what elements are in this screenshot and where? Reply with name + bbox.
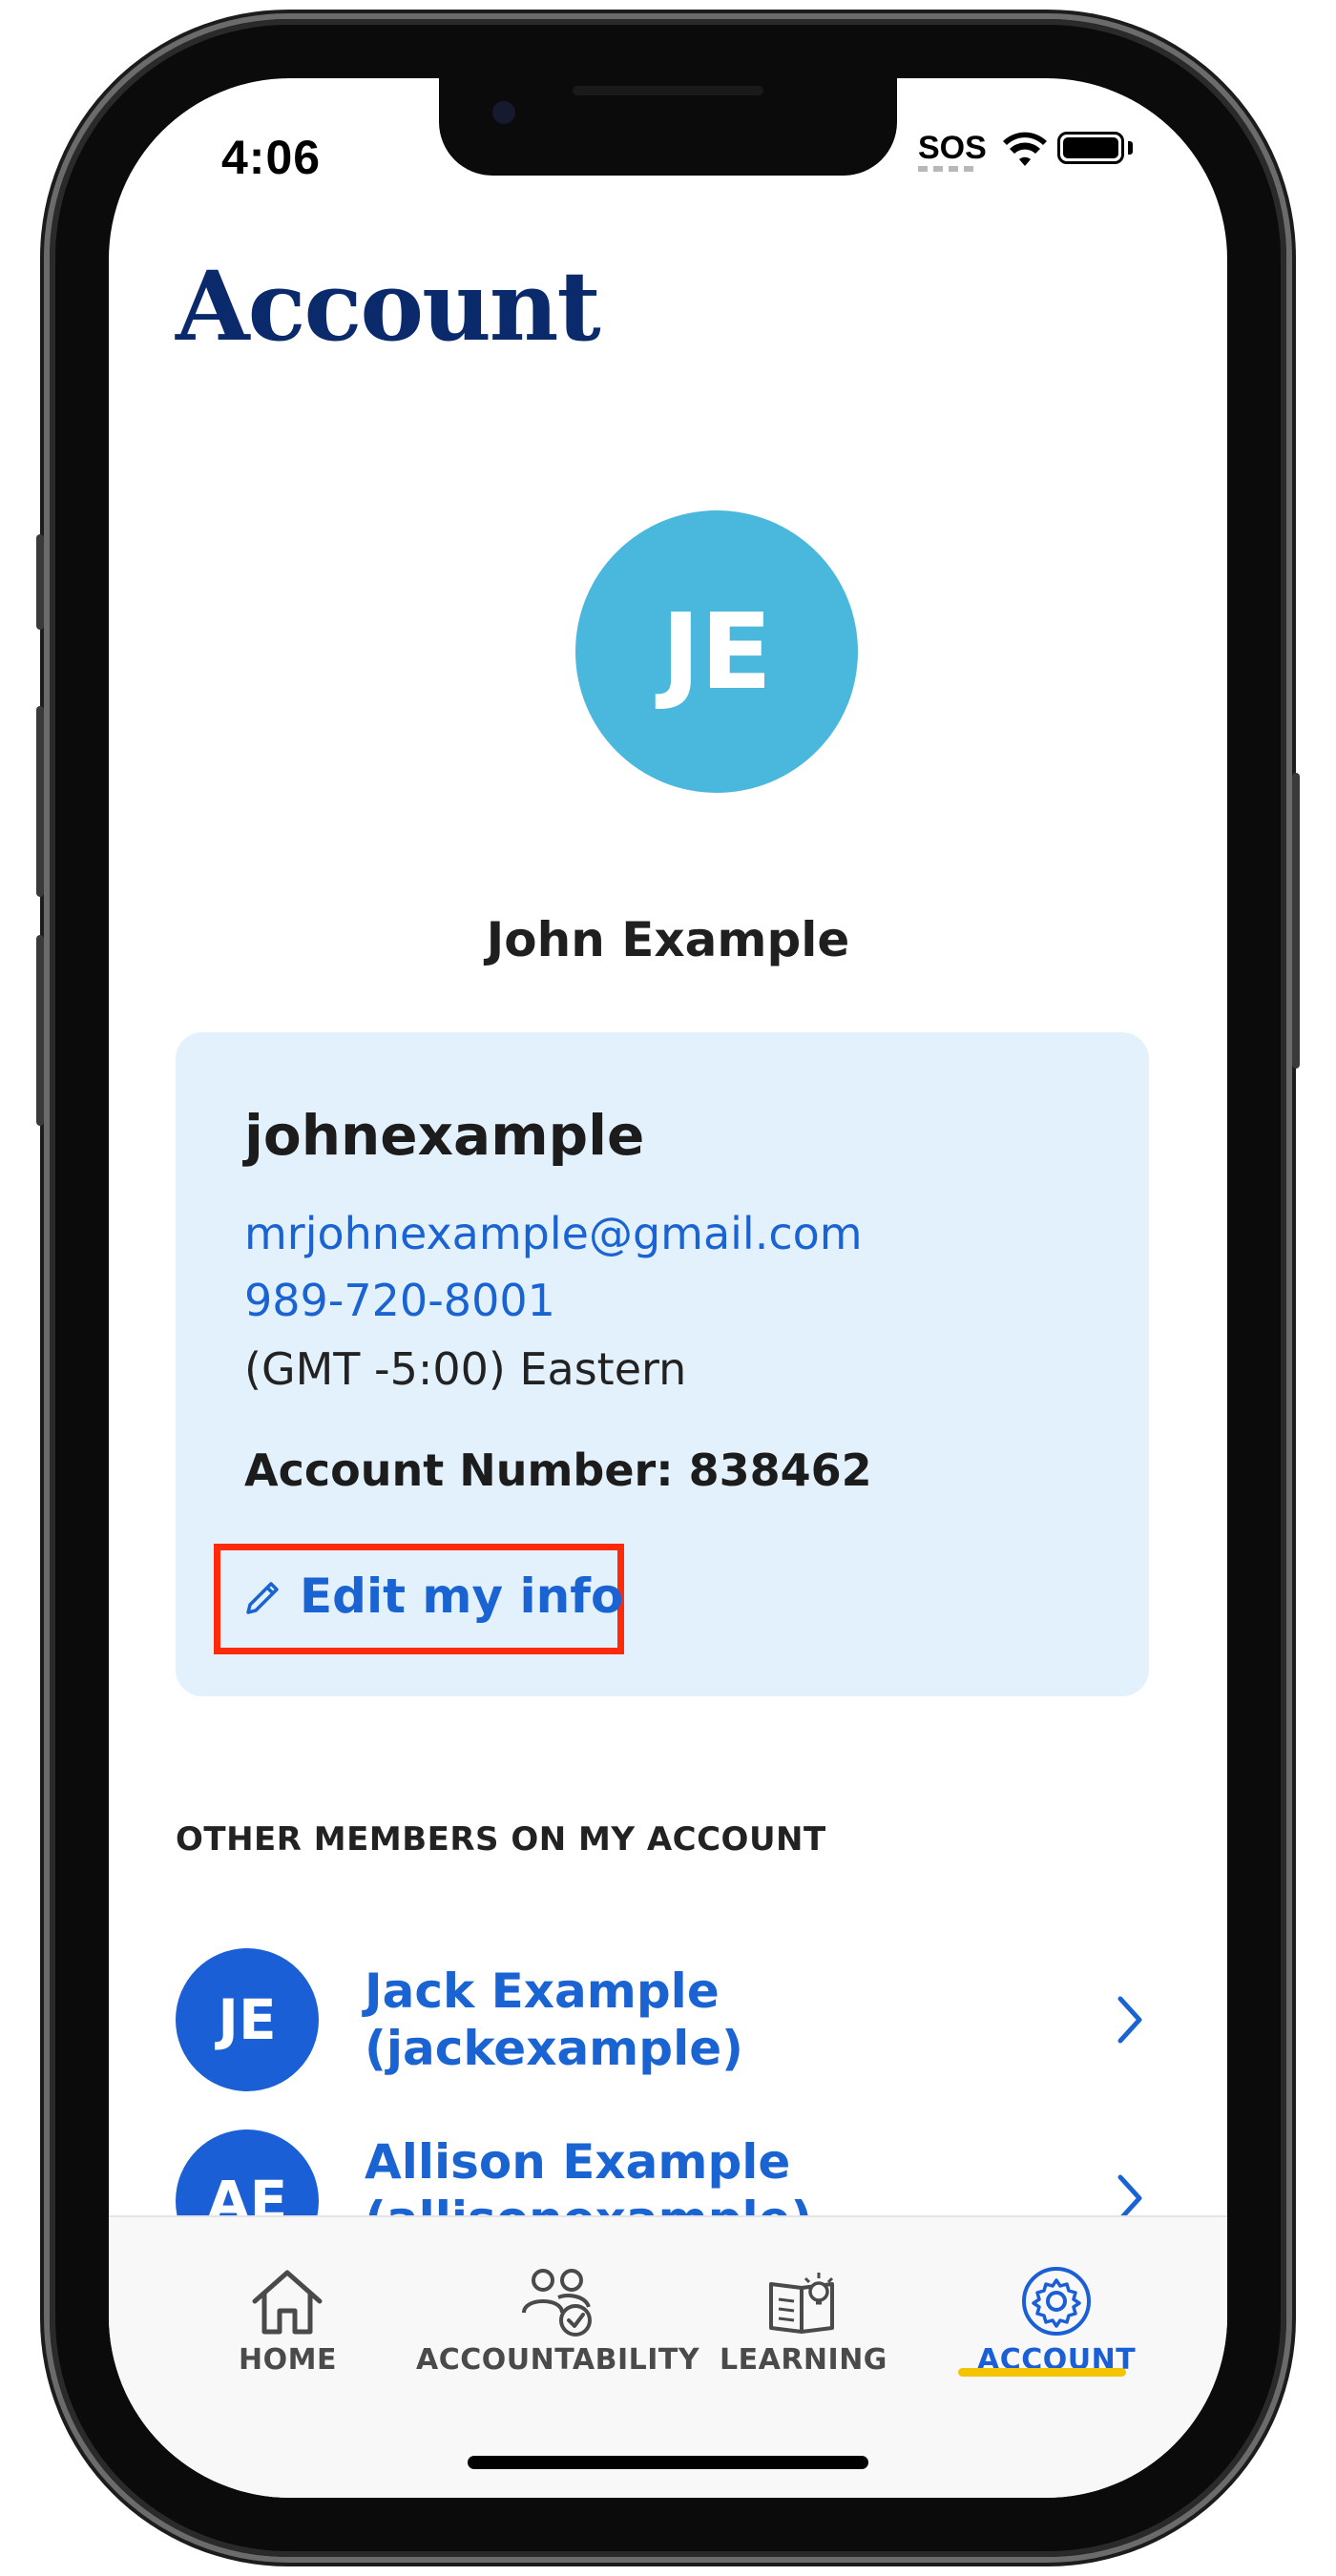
pencil-icon: [246, 1582, 279, 1614]
power-button: [1292, 773, 1300, 1069]
chevron-right-icon: [1117, 1996, 1142, 2044]
avatar: JE: [575, 510, 858, 793]
account-info-card: johnexample mrjohnexample@gmail.com 989-…: [176, 1032, 1149, 1696]
edit-my-info-button[interactable]: Edit my info: [244, 1568, 623, 1624]
phone-link[interactable]: 989-720-8001: [244, 1275, 555, 1326]
member-row[interactable]: JE Jack Example (jackexample): [176, 1943, 1149, 2096]
edit-my-info-label: Edit my info: [300, 1568, 624, 1624]
username: johnexample: [244, 1103, 645, 1168]
people-check-icon: [521, 2269, 592, 2337]
tab-accountability[interactable]: ACCOUNTABILITY: [416, 2265, 699, 2377]
tab-learning[interactable]: LEARNING: [720, 2265, 887, 2377]
screen: 4:06 SOS Account JE John Example johnexa…: [109, 78, 1227, 2498]
active-tab-indicator: [958, 2368, 1126, 2377]
page-title: Account: [176, 250, 601, 363]
notch: [439, 78, 897, 176]
sos-indicator: SOS: [918, 130, 987, 166]
tab-label: HOME: [239, 2343, 337, 2377]
phone-frame: 4:06 SOS Account JE John Example johnexa…: [36, 19, 1300, 2557]
tab-account[interactable]: ACCOUNT: [977, 2265, 1136, 2377]
wifi-icon: [1003, 132, 1047, 166]
email-link[interactable]: mrjohnexample@gmail.com: [244, 1208, 863, 1259]
volume-down-button: [36, 935, 44, 1126]
tab-label: LEARNING: [720, 2343, 887, 2377]
mute-switch: [36, 534, 44, 630]
timezone-text: (GMT -5:00) Eastern: [244, 1343, 687, 1395]
status-time: 4:06: [221, 131, 322, 184]
member-avatar: JE: [176, 1948, 319, 2091]
tab-label: ACCOUNTABILITY: [416, 2343, 700, 2377]
speaker: [573, 86, 763, 95]
book-lightbulb-icon: [768, 2273, 834, 2334]
home-icon: [252, 2270, 323, 2335]
battery-icon: [1057, 132, 1124, 164]
profile-full-name: John Example: [486, 912, 850, 967]
member-name: Jack Example (jackexample): [365, 1963, 743, 2076]
tab-home[interactable]: HOME: [239, 2265, 337, 2377]
signal-dots: [918, 166, 975, 172]
home-indicator[interactable]: [468, 2456, 868, 2469]
section-heading: OTHER MEMBERS ON MY ACCOUNT: [176, 1820, 826, 1859]
camera: [487, 95, 521, 130]
volume-up-button: [36, 706, 44, 897]
battery-tip: [1128, 141, 1133, 155]
gear-icon: [1022, 2267, 1092, 2336]
account-number: Account Number: 838462: [244, 1444, 872, 1496]
